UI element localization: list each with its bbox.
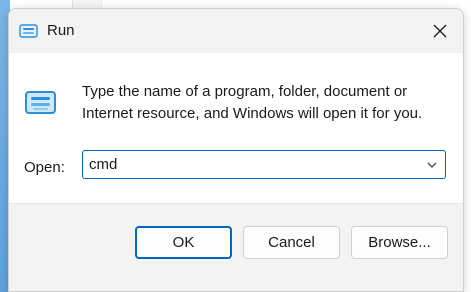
button-bar: OK Cancel Browse... <box>9 203 463 291</box>
chevron-down-icon[interactable] <box>425 158 439 172</box>
open-label: Open: <box>24 159 65 176</box>
dialog-content: Type the name of a program, folder, docu… <box>9 53 463 203</box>
title-bar[interactable]: Run <box>9 9 463 53</box>
run-dialog: Run Type the name of a program, folder, … <box>8 8 464 292</box>
cancel-button[interactable]: Cancel <box>243 226 340 259</box>
close-button[interactable] <box>417 9 463 53</box>
ok-button[interactable]: OK <box>135 226 232 259</box>
run-icon <box>25 91 56 114</box>
close-icon <box>433 24 447 38</box>
open-input[interactable] <box>89 153 419 175</box>
description-line-1: Type the name of a program, folder, docu… <box>82 83 408 100</box>
run-icon <box>19 24 38 38</box>
dialog-title: Run <box>47 22 75 39</box>
description-text: Type the name of a program, folder, docu… <box>82 81 452 125</box>
description-line-2: Internet resource, and Windows will open… <box>82 105 423 122</box>
browse-button[interactable]: Browse... <box>351 226 448 259</box>
open-combobox[interactable] <box>82 150 446 179</box>
